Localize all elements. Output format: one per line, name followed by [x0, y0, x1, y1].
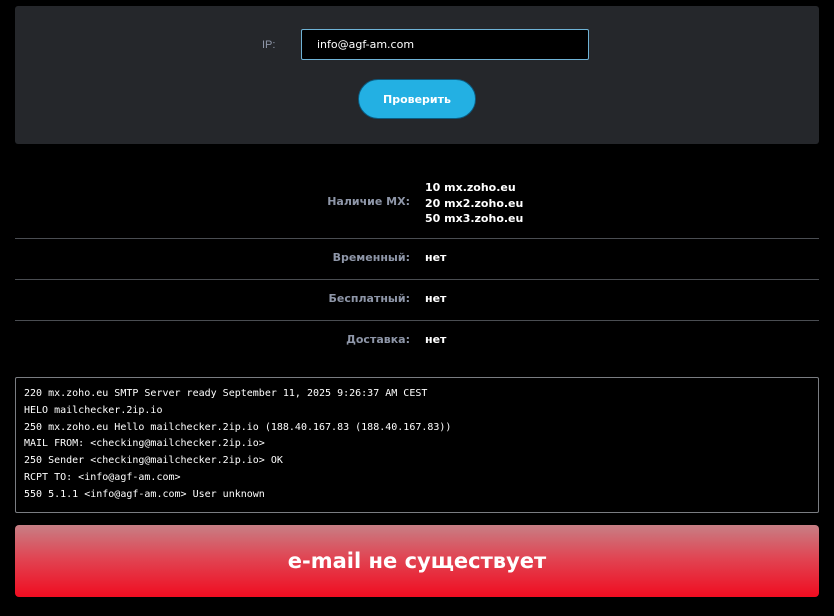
log-line: MAIL FROM: <checking@mailchecker.2ip.io>	[24, 438, 265, 450]
ip-input[interactable]	[301, 29, 589, 60]
result-row-temporary: Временный: нет	[15, 239, 819, 280]
temporary-value: нет	[425, 251, 447, 264]
delivery-value: нет	[425, 333, 447, 346]
mx-record: 20 mx2.zoho.eu	[425, 196, 524, 210]
verdict-text: e-mail не существует	[287, 549, 547, 573]
free-value: нет	[425, 292, 447, 305]
free-label: Бесплатный:	[328, 292, 410, 305]
log-line: 250 mx.zoho.eu Hello mailchecker.2ip.io …	[24, 421, 452, 433]
temporary-label: Временный:	[332, 251, 410, 264]
log-line: 250 Sender <checking@mailchecker.2ip.io>…	[24, 455, 283, 467]
log-line: RCPT TO: <info@agf-am.com>	[24, 471, 181, 483]
mx-record: 50 mx3.zoho.eu	[425, 212, 524, 225]
log-line: 550 5.1.1 <info@agf-am.com> User unknown	[24, 488, 265, 500]
verdict-banner: e-mail не существует	[15, 525, 819, 597]
smtp-log: 220 mx.zoho.eu SMTP Server ready Septemb…	[15, 377, 819, 513]
delivery-label: Доставка:	[346, 333, 410, 346]
check-button[interactable]: Проверить	[358, 79, 476, 119]
log-line: HELO mailchecker.2ip.io	[24, 404, 163, 416]
mx-record: 10 mx.zoho.eu	[425, 181, 516, 194]
results-table: Наличие MX: 10 mx.zoho.eu 20 mx2.zoho.eu…	[15, 168, 819, 362]
result-row-delivery: Доставка: нет	[15, 321, 819, 362]
ip-label: IP:	[262, 39, 276, 51]
log-line: 220 mx.zoho.eu SMTP Server ready Septemb…	[24, 388, 428, 399]
mx-label: Наличие MX:	[327, 195, 410, 208]
result-row-free: Бесплатный: нет	[15, 280, 819, 321]
mx-records: 10 mx.zoho.eu 20 mx2.zoho.eu 50 mx3.zoho…	[425, 180, 523, 227]
check-form-panel: IP: Проверить	[15, 6, 819, 144]
result-row-mx: Наличие MX: 10 mx.zoho.eu 20 mx2.zoho.eu…	[15, 168, 819, 239]
